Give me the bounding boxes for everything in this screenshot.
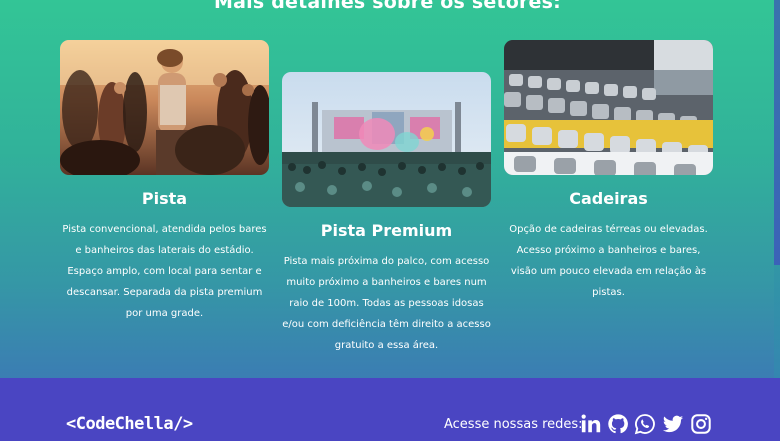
twitter-icon[interactable]: [662, 413, 684, 435]
card-cadeiras: Cadeiras Opção de cadeiras térreas ou el…: [504, 40, 713, 303]
section-title: Mais detalhes sobre os setores:: [214, 0, 561, 13]
codechella-logo[interactable]: <CodeChella/>: [66, 414, 193, 434]
stadium-seats-photo: [504, 40, 713, 175]
card-description: Opção de cadeiras térreas ou elevadas. A…: [509, 224, 708, 298]
card-pista: Pista Pista convencional, atendida pelos…: [60, 40, 269, 324]
whatsapp-icon[interactable]: [634, 413, 656, 435]
sectors-section: Mais detalhes sobre os setores: Pista Pi…: [0, 0, 780, 378]
stage-crowd-photo: [282, 72, 491, 207]
card-title: Pista Premium: [320, 221, 453, 240]
footer: <CodeChella/> Acesse nossas redes:: [0, 378, 780, 441]
social-label: Acesse nossas redes:: [444, 417, 583, 432]
card-description: Pista mais próxima do palco, com acesso …: [282, 256, 491, 351]
instagram-icon[interactable]: [690, 413, 712, 435]
card-pista-premium: Pista Premium Pista mais próxima do palc…: [282, 72, 491, 356]
linkedin-icon[interactable]: [580, 413, 602, 435]
card-title: Pista: [141, 189, 188, 208]
github-icon[interactable]: [607, 413, 629, 435]
festival-crowd-photo: [60, 40, 269, 175]
card-description: Pista convencional, atendida pelos bares…: [62, 224, 267, 319]
scrollbar-thumb[interactable]: [774, 0, 780, 265]
card-title: Cadeiras: [569, 189, 648, 208]
